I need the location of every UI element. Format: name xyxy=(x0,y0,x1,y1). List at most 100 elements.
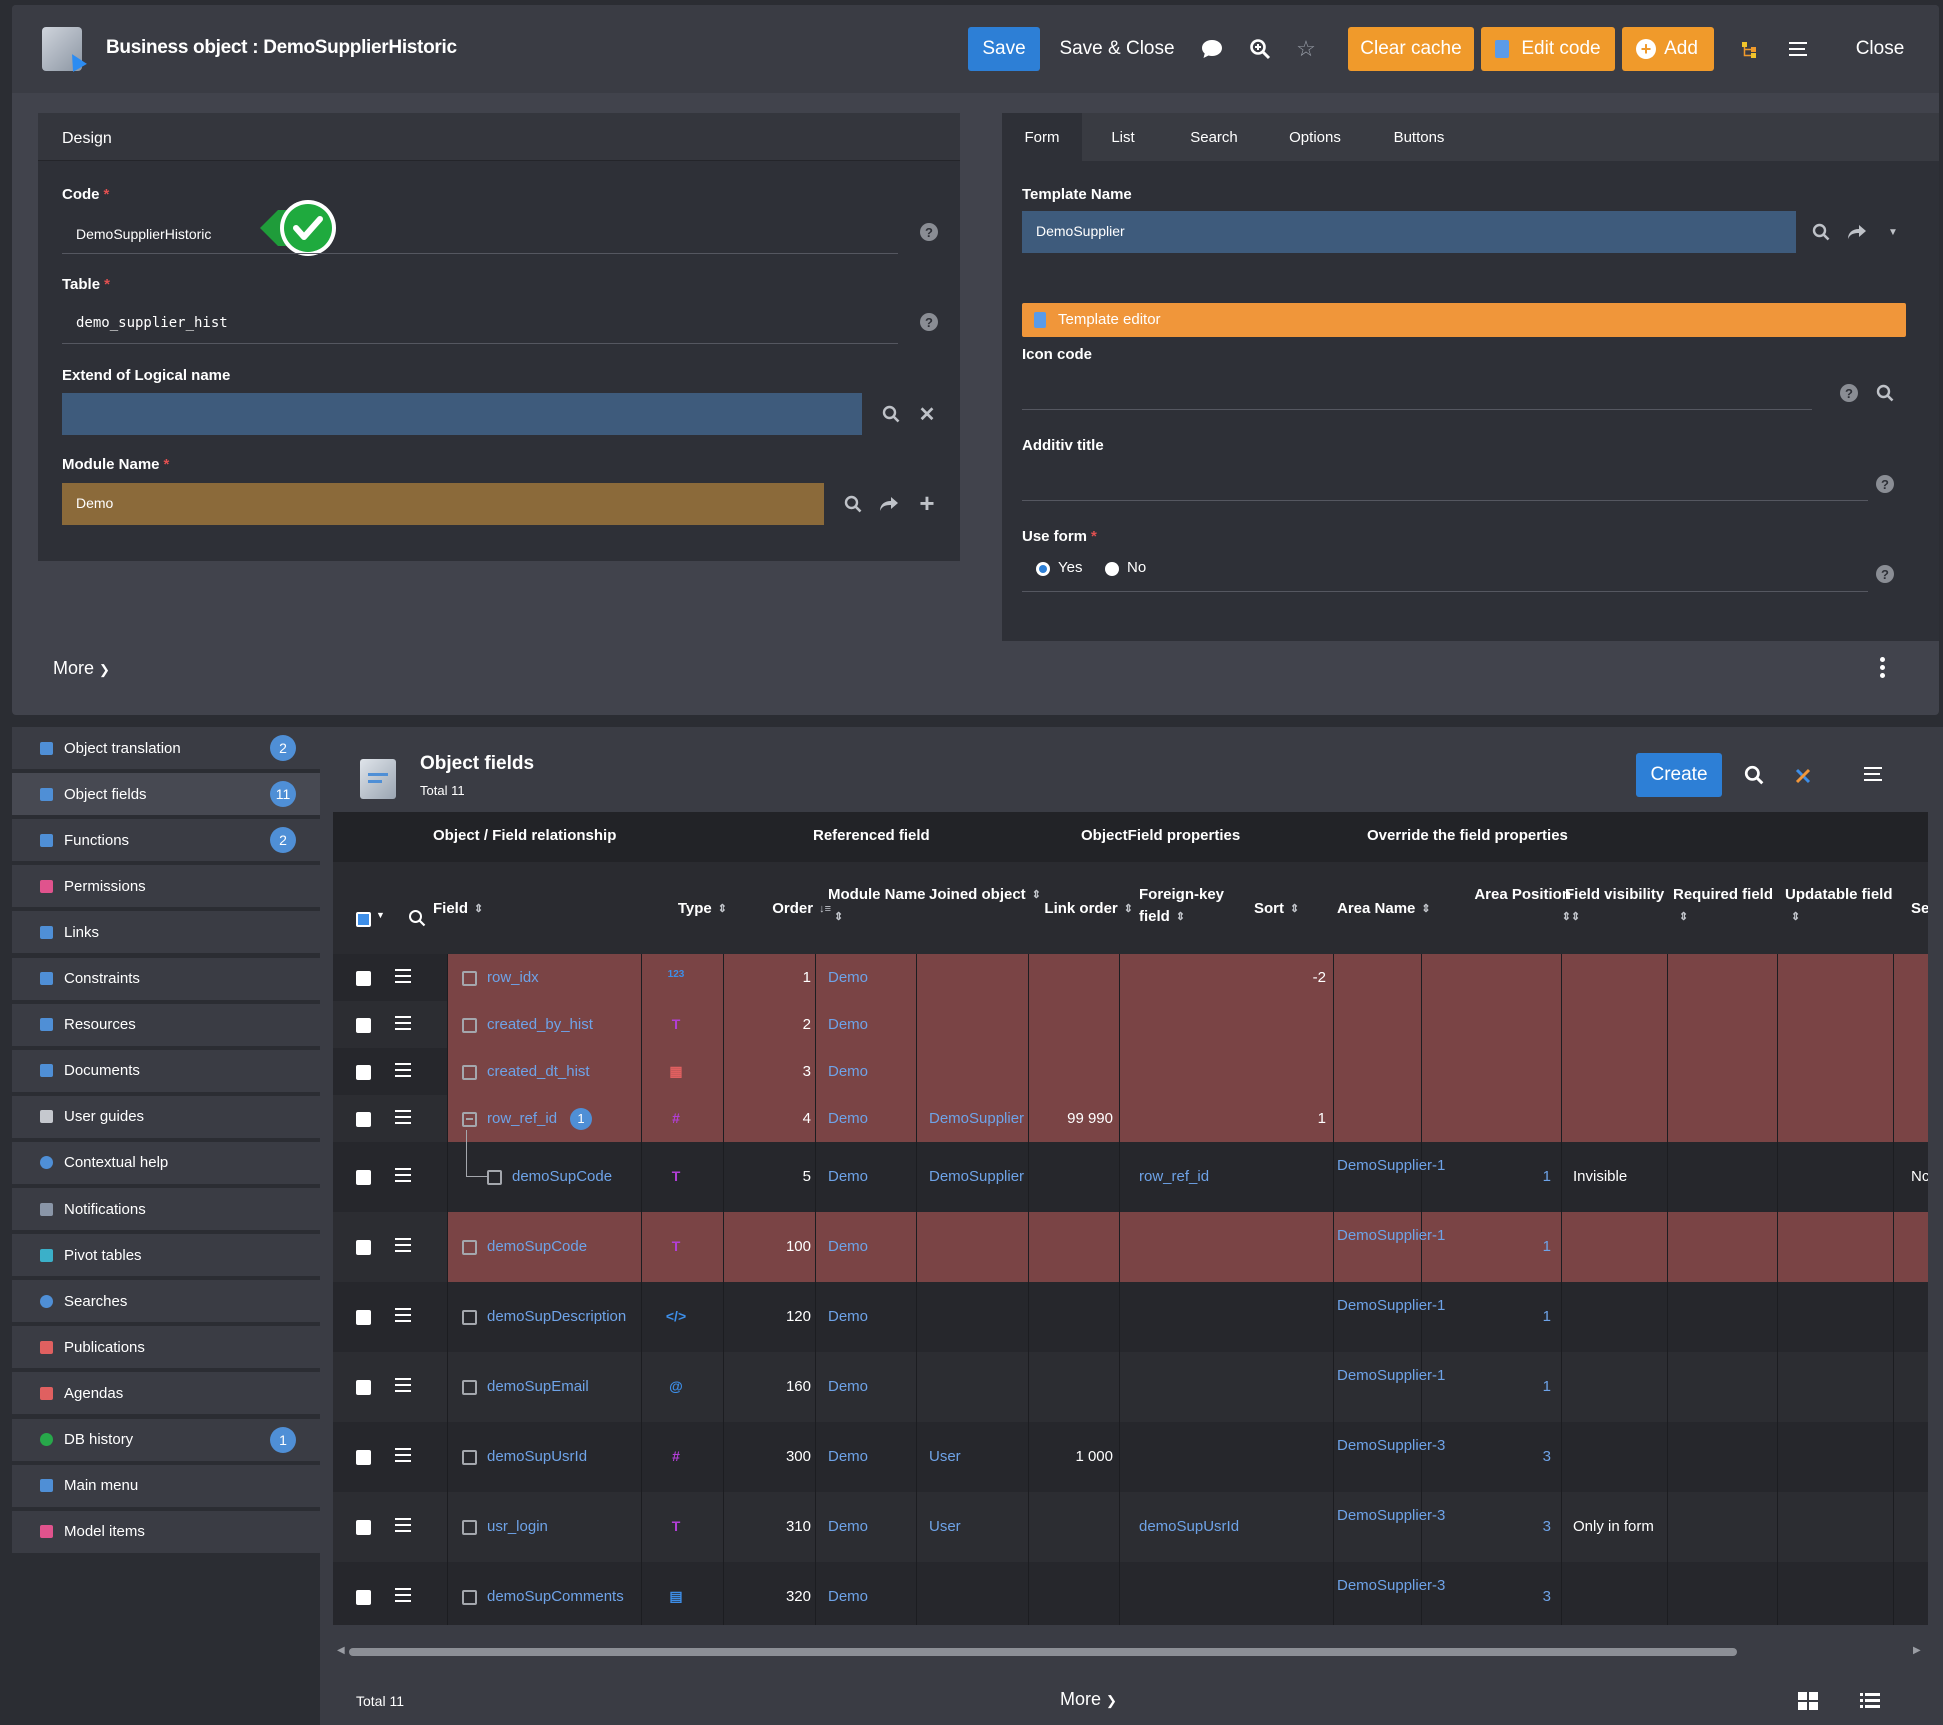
extend-search-icon[interactable] xyxy=(880,403,902,425)
row-checkbox[interactable] xyxy=(356,1590,371,1605)
save-close-button[interactable]: Save & Close xyxy=(1052,27,1182,71)
sidebar-item-pivot-tables[interactable]: Pivot tables xyxy=(12,1234,320,1279)
joined-object-link[interactable]: User xyxy=(929,1518,961,1535)
row-checkbox[interactable] xyxy=(356,1111,371,1127)
row-menu-icon[interactable] xyxy=(395,1109,411,1124)
sort-icon[interactable]: ⇕ xyxy=(1791,906,1800,928)
foreign-key-link[interactable]: demoSupUsrId xyxy=(1139,1518,1239,1535)
use-form-yes-radio[interactable] xyxy=(1036,562,1050,576)
row-checkbox[interactable] xyxy=(356,1170,371,1185)
row-expand-box[interactable] xyxy=(462,1111,477,1127)
tree-icon[interactable] xyxy=(1736,35,1764,63)
row-expand-box[interactable] xyxy=(487,1170,502,1185)
module-link[interactable]: Demo xyxy=(828,969,868,986)
sidebar-item-functions[interactable]: Functions 2 xyxy=(12,819,320,864)
column-header-required-field[interactable]: Required field ⇕ xyxy=(1673,884,1783,928)
sidebar-item-main-menu[interactable]: Main menu xyxy=(12,1464,320,1509)
list-view-icon[interactable] xyxy=(1860,1692,1880,1714)
area-position-link[interactable]: 3 xyxy=(1461,1448,1551,1465)
icon-code-search-icon[interactable] xyxy=(1874,382,1896,404)
grid-view-icon[interactable] xyxy=(1798,1692,1818,1714)
tab-buttons[interactable]: Buttons xyxy=(1366,113,1472,161)
area-position-link[interactable]: 1 xyxy=(1461,1168,1551,1185)
table-row[interactable]: demoSupEmail @160 Demo DemoSupplier-1 1 xyxy=(333,1352,1928,1422)
row-menu-icon[interactable] xyxy=(395,1015,411,1030)
module-link[interactable]: Demo xyxy=(828,1588,868,1605)
sort-icon[interactable]: ⇕ xyxy=(1290,898,1299,920)
row-expand-box[interactable] xyxy=(462,1520,477,1535)
design-more-link[interactable]: More ❯ xyxy=(53,658,110,679)
sort-icon[interactable]: ⇕ xyxy=(1679,906,1688,928)
table-row[interactable]: demoSupUsrId #300 Demo User 1 000 DemoSupplie… xyxy=(333,1422,1928,1492)
row-expand-box[interactable] xyxy=(462,1017,477,1033)
row-menu-icon[interactable] xyxy=(395,1518,411,1532)
module-link[interactable]: Demo xyxy=(828,1518,868,1535)
sidebar-item-db-history[interactable]: DB history 1 xyxy=(12,1418,320,1463)
tab-options[interactable]: Options xyxy=(1264,113,1366,161)
column-header-updatable-field[interactable]: Updatable field ⇕ xyxy=(1785,884,1905,928)
row-expand-box[interactable] xyxy=(462,1380,477,1395)
row-menu-icon[interactable] xyxy=(395,968,411,983)
column-header-joined-object[interactable]: Joined object ⇕ xyxy=(929,884,1049,906)
icon-code-input[interactable] xyxy=(1022,371,1802,409)
field-link[interactable]: row_ref_id xyxy=(487,1110,557,1127)
extend-clear-icon[interactable]: ✕ xyxy=(916,403,938,426)
field-link[interactable]: row_idx xyxy=(487,969,539,986)
joined-object-link[interactable]: DemoSupplier xyxy=(929,1168,1024,1185)
icon-code-help-icon[interactable]: ? xyxy=(1840,384,1858,402)
row-menu-icon[interactable] xyxy=(395,1588,411,1602)
row-expand-box[interactable] xyxy=(462,1450,477,1465)
table-row[interactable]: row_idx 123 1 Demo -2 xyxy=(333,954,1928,1001)
joined-object-link[interactable]: User xyxy=(929,1448,961,1465)
list-menu-icon[interactable] xyxy=(1864,767,1882,783)
field-link[interactable]: usr_login xyxy=(487,1518,548,1535)
sidebar-item-documents[interactable]: Documents xyxy=(12,1049,320,1094)
row-checkbox[interactable] xyxy=(356,1017,371,1033)
table-row[interactable]: demoSupCode T 5 Demo DemoSupplier row_ref_id D… xyxy=(333,1130,1928,1212)
module-add-icon[interactable]: + xyxy=(916,488,938,518)
sidebar-item-object-fields[interactable]: Object fields 11 xyxy=(12,773,320,818)
column-header-sort[interactable]: Sort ⇕ xyxy=(1254,898,1344,920)
extend-input[interactable] xyxy=(62,393,862,435)
use-form-help-icon[interactable]: ? xyxy=(1876,565,1894,583)
template-open-icon[interactable] xyxy=(1846,221,1868,243)
row-checkbox[interactable] xyxy=(356,1450,371,1465)
column-header-foreign-key-field[interactable]: Foreign-key field ⇕ xyxy=(1139,884,1259,928)
field-link[interactable]: created_dt_hist xyxy=(487,1063,590,1080)
column-header-se[interactable]: Se xyxy=(1911,898,1928,920)
code-input[interactable]: DemoSupplierHistoric xyxy=(76,226,211,242)
row-expand-box[interactable] xyxy=(462,970,477,986)
sidebar-item-publications[interactable]: Publications xyxy=(12,1326,320,1371)
table-row[interactable]: created_by_hist T 2 Demo xyxy=(333,1001,1928,1048)
table-input[interactable]: demo_supplier_hist xyxy=(76,315,228,331)
sort-icon[interactable]: ⇕ xyxy=(1571,906,1580,928)
tab-search[interactable]: Search xyxy=(1164,113,1264,161)
area-name-link[interactable]: DemoSupplier-1 xyxy=(1337,1155,1447,1177)
joined-object-link[interactable]: DemoSupplier xyxy=(929,1110,1024,1127)
module-search-icon[interactable] xyxy=(842,493,864,515)
area-name-link[interactable]: DemoSupplier-3 xyxy=(1337,1435,1447,1457)
column-header-area-name[interactable]: Area Name ⇕ xyxy=(1337,898,1467,920)
area-position-link[interactable]: 1 xyxy=(1461,1378,1551,1395)
select-all-checkbox[interactable] xyxy=(356,912,371,927)
area-name-link[interactable]: DemoSupplier-1 xyxy=(1337,1225,1447,1247)
area-position-link[interactable]: 3 xyxy=(1461,1518,1551,1535)
scroll-left-icon[interactable]: ◀ xyxy=(337,1645,345,1656)
row-menu-icon[interactable] xyxy=(395,1378,411,1392)
row-checkbox[interactable] xyxy=(356,1520,371,1535)
row-expand-box[interactable] xyxy=(462,1590,477,1605)
list-search-icon[interactable] xyxy=(1744,765,1764,789)
scroll-thumb[interactable] xyxy=(349,1648,1737,1656)
star-icon[interactable]: ☆ xyxy=(1292,35,1320,63)
hamburger-menu-icon[interactable] xyxy=(1784,35,1812,63)
save-button[interactable]: Save xyxy=(968,27,1040,71)
column-header-field-visibility[interactable]: Field visibility ⇕ xyxy=(1565,884,1675,928)
module-open-icon[interactable] xyxy=(878,493,900,515)
template-search-icon[interactable] xyxy=(1810,221,1832,243)
column-header-link-order[interactable]: Link order ⇕ xyxy=(1033,898,1133,920)
row-checkbox[interactable] xyxy=(356,1380,371,1395)
area-name-link[interactable]: DemoSupplier-1 xyxy=(1337,1295,1447,1317)
template-name-input[interactable]: DemoSupplier xyxy=(1022,211,1796,253)
field-link[interactable]: demoSupUsrId xyxy=(487,1448,587,1465)
table-row[interactable]: row_ref_id 1 #4 Demo DemoSupplier 99 990 1 xyxy=(333,1095,1928,1142)
